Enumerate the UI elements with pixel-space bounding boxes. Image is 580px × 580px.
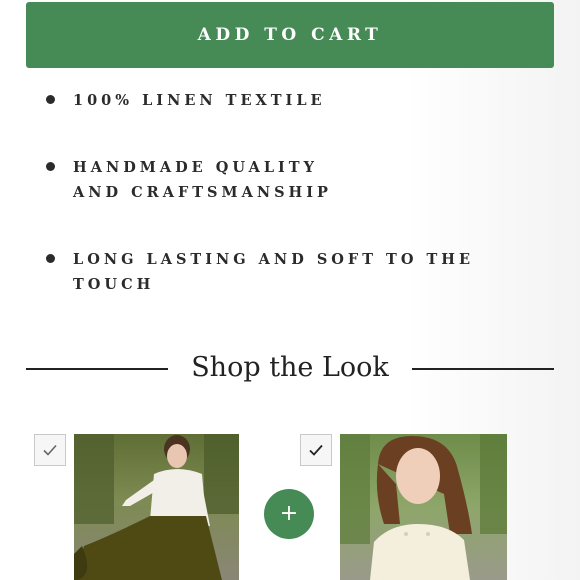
divider-left [26, 368, 168, 370]
checkmark-icon [43, 444, 57, 456]
add-look-button[interactable]: + [264, 489, 314, 539]
feature-long-lasting: LONG LASTING AND SOFT TO THE TOUCH [46, 247, 476, 297]
product-1-checkbox[interactable] [34, 434, 66, 466]
product-1-image[interactable] [74, 434, 239, 580]
feature-linen: 100% LINEN TEXTILE [46, 88, 326, 113]
checkmark-icon [309, 444, 323, 456]
add-to-cart-button[interactable]: ADD TO CART [26, 2, 554, 68]
divider-right [412, 368, 554, 370]
feature-handmade: HANDMADE QUALITY AND CRAFTSMANSHIP [46, 155, 376, 205]
shop-the-look-title: Shop the Look [191, 352, 389, 383]
product-2-checkbox[interactable] [300, 434, 332, 466]
product-2-image[interactable] [340, 434, 507, 580]
